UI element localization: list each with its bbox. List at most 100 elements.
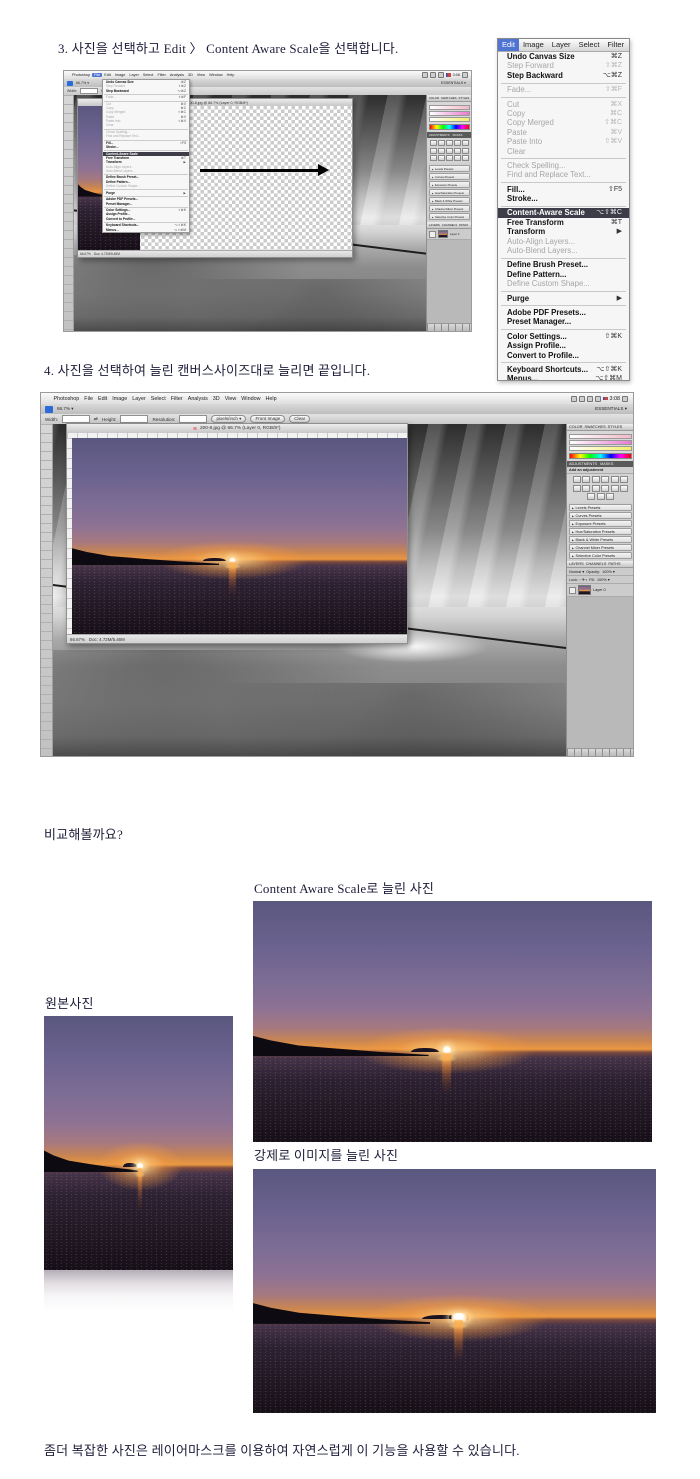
menu-item <box>498 303 629 308</box>
adjustment-icon <box>620 476 628 483</box>
menu-item: Copy Merged⇧⌘C <box>498 118 629 127</box>
ps-menu: Image <box>113 73 128 77</box>
document-window: 200-8.jpg @ 66.7% (Layer 0, RGB/8*) 66.6… <box>66 423 408 644</box>
height-label: Height: <box>102 417 117 422</box>
photo-content-aware-scaled <box>253 901 652 1142</box>
photo-forced-stretch <box>253 1169 656 1413</box>
menu-item <box>498 289 629 294</box>
adjustment-icon <box>438 148 445 154</box>
width-field <box>80 88 98 95</box>
panel-tab: STYLES <box>459 96 470 100</box>
headland-silhouette <box>253 1301 430 1324</box>
spotlight-icon <box>622 396 628 402</box>
adjustment-icon <box>430 140 437 146</box>
ps-menu: Analysis <box>185 396 210 402</box>
adjustment-icon <box>454 140 461 146</box>
menu-item: Content-Aware Scale⌥⇧⌘C <box>498 208 629 217</box>
sun-glint <box>448 1323 469 1329</box>
layer-thumbnail <box>578 585 591 595</box>
menu-item: Color Settings...⇧⌘K <box>498 332 629 341</box>
right-panels: COLORSWATCHESSTYLES ADJUSTMENTSMASKS Lev… <box>426 95 472 331</box>
screenshot-photoshop-result: PhotoshopFileEditImageLayerSelectFilterA… <box>40 392 634 757</box>
color-slider <box>429 111 470 116</box>
menu-item: Menus...⌥⇧⌘M <box>498 374 629 381</box>
wifi-icon <box>587 396 593 402</box>
document-status-bar: 66.67% Doc: 4.72M/5.46M <box>67 634 407 643</box>
layers-panel-footer <box>427 323 472 331</box>
menu-item <box>103 173 189 175</box>
menu-item <box>498 80 629 85</box>
menu-item <box>103 99 189 101</box>
ps-menu: 3D <box>210 396 222 402</box>
adjustment-icon <box>597 493 605 500</box>
unsaved-dot-icon <box>193 427 197 431</box>
ps-logo-icon <box>45 406 53 413</box>
adjustment-icon <box>573 485 581 492</box>
menu-item <box>103 188 189 190</box>
volume-icon <box>595 396 601 402</box>
layers-panel-tabs: LAYERSCHANNELSPATHS <box>567 561 634 568</box>
panel-tab: CHANNELS <box>442 223 457 227</box>
dune-shadow <box>161 279 426 331</box>
menu-item <box>498 180 629 185</box>
resolution-label: Resolution: <box>152 417 175 422</box>
status-zoom: 66.67% <box>70 637 85 642</box>
adjustment-presets: Levels PresetsCurves PresetsExposure Pre… <box>567 502 634 561</box>
layer-name: Layer 0 <box>450 232 459 236</box>
edit-menu-zoom-panel: EditImageLayerSelectFilter Undo Canvas S… <box>497 38 630 381</box>
ps-menu: Analysis <box>168 73 186 77</box>
menu-item <box>498 255 629 260</box>
menu-bar: EditImageLayerSelectFilter <box>498 39 629 52</box>
menu-item: Purge▶ <box>498 294 629 303</box>
panel-tab: ADJUSTMENTS <box>569 462 597 466</box>
annotation-arrow <box>200 169 318 172</box>
sync-icon <box>571 396 577 402</box>
menubar-clock: 3:08 <box>453 73 460 77</box>
spotlight-icon <box>462 72 468 78</box>
menu-item <box>498 156 629 161</box>
layers-panel-tabs: LAYERSCHANNELSPATHS <box>427 222 472 229</box>
blend-mode-select: Normal ▾ <box>569 569 584 574</box>
menu-item: Find and Replace Text... <box>498 170 629 179</box>
sun-reflection <box>442 1053 451 1094</box>
menu-item: Auto-Align Layers... <box>498 237 629 246</box>
layer-row: Layer 0 <box>567 584 634 597</box>
sun-glint <box>436 1055 457 1061</box>
menu-item: Check Spelling... <box>498 161 629 170</box>
photo-original <box>44 1016 233 1270</box>
adjustment-icon <box>592 485 600 492</box>
color-slider <box>429 117 470 122</box>
resolution-field <box>179 415 207 423</box>
adjustment-icon <box>462 155 469 161</box>
layers-panel-footer <box>567 748 634 756</box>
menu-item: Cut⌘X <box>498 100 629 109</box>
menu-item: Free Transform⌘T <box>498 218 629 227</box>
layer-visibility-icon <box>429 231 436 238</box>
ps-app-menus: PhotoshopFileEditImageLayerSelectFilterA… <box>51 396 279 402</box>
menu-item: Step Forward⇧⌘Z <box>498 61 629 70</box>
color-panel-tabs: COLORSWATCHESSTYLES <box>567 424 634 431</box>
menubar-clock: 3:08 <box>610 396 621 402</box>
label-cas-photo: Content Aware Scale로 늘린 사진 <box>254 878 434 897</box>
caption-compare: 비교해볼까요? <box>44 824 123 843</box>
menu-item: Define Custom Shape... <box>498 279 629 288</box>
status-doc-size: Doc: 4.72M/5.46M <box>94 252 120 256</box>
menu-item <box>103 138 189 140</box>
adjustment-presets: Levels PresetsCurves PresetsExposure Pre… <box>427 163 472 222</box>
input-language-flag-icon <box>603 397 608 401</box>
adjustment-icon <box>438 155 445 161</box>
stretched-sunset-photo <box>72 438 407 635</box>
ps-menu: Edit <box>102 73 113 77</box>
wifi-icon <box>430 72 436 78</box>
adjustment-icons <box>427 138 472 163</box>
document-title: 200-8.jpg @ 66.7% (Layer 0, RGB/8*) <box>188 101 248 105</box>
photo-reflection-fade <box>44 1270 233 1322</box>
preset-row: Hue/Saturation Presets <box>429 189 470 196</box>
panel-tab: MASKS <box>453 133 463 137</box>
ps-menu: Help <box>263 396 279 402</box>
preset-row: Exposure Presets <box>569 520 632 527</box>
menu-item <box>103 206 189 208</box>
caption-step4: 4. 사진을 선택하여 늘린 캔버스사이즈대로 늘리면 끝입니다. <box>44 360 370 379</box>
screenshot-photoshop-edit-menu: PhotoshopFileEditImageLayerSelectFilterA… <box>63 70 472 332</box>
color-panel <box>427 102 472 132</box>
